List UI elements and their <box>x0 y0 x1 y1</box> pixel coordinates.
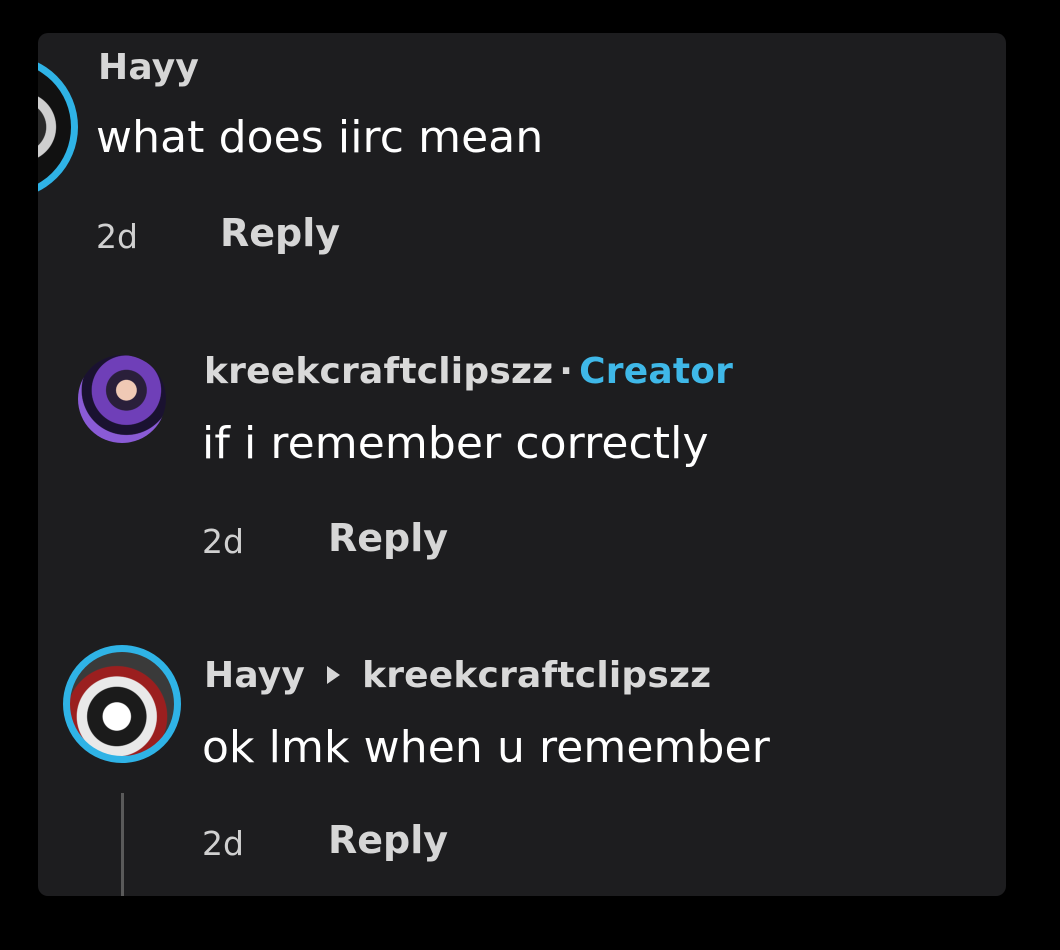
comment-timestamp: 2d <box>202 522 244 561</box>
reply-button[interactable]: Reply <box>328 516 448 560</box>
avatar[interactable] <box>38 55 78 199</box>
avatar[interactable] <box>78 355 166 443</box>
comment-timestamp: 2d <box>96 217 138 256</box>
triangle-right-icon <box>327 666 341 684</box>
reply-button[interactable]: Reply <box>220 211 340 255</box>
username-text[interactable]: kreekcraftclipszz <box>204 351 553 392</box>
reply-to-username[interactable]: kreekcraftclipszz <box>362 655 711 696</box>
creator-badge: Creator <box>579 351 734 392</box>
comment-timestamp: 2d <box>202 824 244 863</box>
reply-button[interactable]: Reply <box>328 818 448 862</box>
comment-text: what does iirc mean <box>96 112 544 163</box>
comment-username[interactable]: Hayy kreekcraftclipszz <box>204 655 711 696</box>
thread-line <box>121 793 124 896</box>
username-text[interactable]: Hayy <box>204 655 305 696</box>
avatar[interactable] <box>63 645 181 763</box>
comments-panel: Hayy what does iirc mean 2d Reply kreekc… <box>38 33 1006 896</box>
comment-text: ok lmk when u remember <box>202 722 770 773</box>
comment-username[interactable]: Hayy <box>98 47 199 88</box>
separator-dot: · <box>559 351 574 392</box>
comment-text: if i remember correctly <box>202 418 709 469</box>
comment-username[interactable]: kreekcraftclipszz · Creator <box>204 351 733 392</box>
